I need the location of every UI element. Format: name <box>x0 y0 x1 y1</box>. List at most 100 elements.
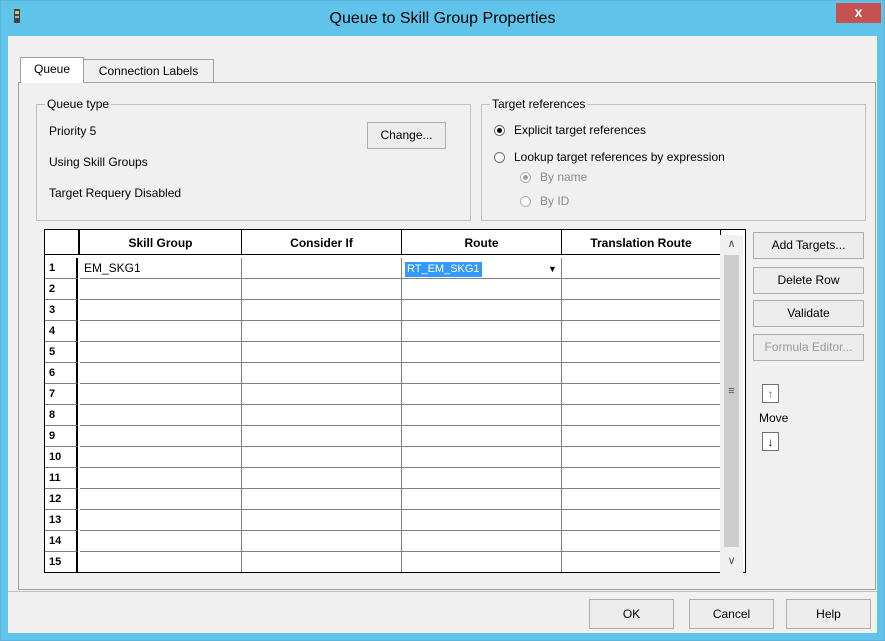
grid-cell-consider-if[interactable] <box>242 510 402 531</box>
grid-cell-translation-route[interactable] <box>562 468 721 489</box>
grid-cell-consider-if[interactable] <box>242 405 402 426</box>
move-up-button[interactable]: ↑ <box>762 384 779 403</box>
tab-queue[interactable]: Queue <box>20 57 84 83</box>
grid-cell-consider-if[interactable] <box>242 489 402 510</box>
grid-cell-route[interactable] <box>402 279 562 300</box>
grid-cell-route[interactable] <box>402 552 562 572</box>
row-header[interactable]: 15 <box>45 552 78 572</box>
lookup-expression-radio[interactable] <box>494 152 505 163</box>
grid-cell-consider-if[interactable] <box>242 447 402 468</box>
grid-cell-consider-if[interactable] <box>242 531 402 552</box>
grid-cell-translation-route[interactable] <box>562 363 721 384</box>
change-button[interactable]: Change... <box>367 122 446 149</box>
grid-cell-consider-if[interactable] <box>242 321 402 342</box>
grid-cell-translation-route[interactable] <box>562 552 721 572</box>
grid-cell-translation-route[interactable] <box>562 405 721 426</box>
cancel-button[interactable]: Cancel <box>689 599 774 629</box>
row-header[interactable]: 10 <box>45 447 78 468</box>
grid-cell-route[interactable] <box>402 489 562 510</box>
lookup-expression-label[interactable]: Lookup target references by expression <box>514 150 725 164</box>
grid-cell-skill-group[interactable] <box>80 363 242 384</box>
row-header[interactable]: 14 <box>45 531 78 552</box>
close-button[interactable]: x <box>836 3 881 23</box>
scroll-down-icon[interactable]: ∨ <box>723 553 740 570</box>
row-header[interactable]: 13 <box>45 510 78 531</box>
grid-cell-consider-if[interactable] <box>242 258 402 279</box>
explicit-targets-radio[interactable] <box>494 125 505 136</box>
column-header-route[interactable]: Route <box>402 230 562 255</box>
grid-cell-consider-if[interactable] <box>242 363 402 384</box>
column-header-translation-route[interactable]: Translation Route <box>562 230 721 255</box>
row-header[interactable]: 2 <box>45 279 78 300</box>
grid-cell-skill-group[interactable] <box>80 426 242 447</box>
grid-cell-skill-group[interactable] <box>80 447 242 468</box>
grid-cell-route[interactable] <box>402 426 562 447</box>
validate-button[interactable]: Validate <box>753 300 864 327</box>
grid-cell-route[interactable] <box>402 342 562 363</box>
grid-cell-skill-group[interactable] <box>80 552 242 572</box>
add-targets-button[interactable]: Add Targets... <box>753 232 864 259</box>
grid-cell-skill-group[interactable] <box>80 300 242 321</box>
grid-cell-translation-route[interactable] <box>562 531 721 552</box>
grid-cell-skill-group[interactable] <box>80 279 242 300</box>
column-header-skill-group[interactable]: Skill Group <box>80 230 242 255</box>
row-header[interactable]: 7 <box>45 384 78 405</box>
row-header[interactable]: 8 <box>45 405 78 426</box>
grid-cell-route[interactable] <box>402 363 562 384</box>
grid-cell-consider-if[interactable] <box>242 384 402 405</box>
grid-cell-skill-group[interactable] <box>80 384 242 405</box>
row-header[interactable]: 11 <box>45 468 78 489</box>
grid-cell-route[interactable] <box>402 510 562 531</box>
scroll-up-icon[interactable]: ∧ <box>723 236 740 253</box>
by-name-radio[interactable] <box>520 172 531 183</box>
grid-cell-route[interactable] <box>402 321 562 342</box>
grid-cell-translation-route[interactable] <box>562 300 721 321</box>
grid-cell-skill-group[interactable] <box>80 321 242 342</box>
grid-cell-skill-group[interactable] <box>80 468 242 489</box>
by-id-label[interactable]: By ID <box>540 194 569 208</box>
delete-row-button[interactable]: Delete Row <box>753 267 864 294</box>
scroll-thumb[interactable] <box>724 255 739 547</box>
grid-cell-consider-if[interactable] <box>242 300 402 321</box>
grid-cell-consider-if[interactable] <box>242 426 402 447</box>
grid-cell-route[interactable] <box>402 468 562 489</box>
grid-cell-skill-group[interactable]: EM_SKG1 <box>80 258 242 279</box>
grid-cell-skill-group[interactable] <box>80 342 242 363</box>
grid-cell-route[interactable] <box>402 405 562 426</box>
grid-cell-consider-if[interactable] <box>242 468 402 489</box>
help-button[interactable]: Help <box>786 599 871 629</box>
row-header[interactable]: 6 <box>45 363 78 384</box>
grid-cell-consider-if[interactable] <box>242 279 402 300</box>
row-header[interactable]: 5 <box>45 342 78 363</box>
grid-cell-translation-route[interactable] <box>562 489 721 510</box>
grid-cell-translation-route[interactable] <box>562 258 721 279</box>
grid-cell-translation-route[interactable] <box>562 342 721 363</box>
grid-cell-translation-route[interactable] <box>562 279 721 300</box>
tab-connection-labels[interactable]: Connection Labels <box>83 59 214 82</box>
grid-cell-skill-group[interactable] <box>80 531 242 552</box>
grid-cell-skill-group[interactable] <box>80 510 242 531</box>
by-name-label[interactable]: By name <box>540 170 587 184</box>
row-header[interactable]: 3 <box>45 300 78 321</box>
grid-cell-translation-route[interactable] <box>562 510 721 531</box>
grid-cell-translation-route[interactable] <box>562 447 721 468</box>
row-header[interactable]: 1 <box>45 258 78 279</box>
explicit-targets-label[interactable]: Explicit target references <box>514 123 646 137</box>
row-header[interactable]: 12 <box>45 489 78 510</box>
grid-cell-skill-group[interactable] <box>80 405 242 426</box>
by-id-radio[interactable] <box>520 196 531 207</box>
row-header[interactable]: 9 <box>45 426 78 447</box>
move-down-button[interactable]: ↓ <box>762 432 779 451</box>
grid-cell-translation-route[interactable] <box>562 321 721 342</box>
row-header[interactable]: 4 <box>45 321 78 342</box>
title-bar[interactable]: Queue to Skill Group Properties x <box>1 1 884 36</box>
ok-button[interactable]: OK <box>589 599 674 629</box>
formula-editor-button[interactable]: Formula Editor... <box>753 334 864 361</box>
route-dropdown[interactable]: RT_EM_SKG1 ▼ <box>405 261 560 278</box>
chevron-down-icon[interactable]: ▼ <box>545 261 560 278</box>
grid-cell-route[interactable] <box>402 531 562 552</box>
grid-cell-consider-if[interactable] <box>242 552 402 572</box>
grid-cell-translation-route[interactable] <box>562 384 721 405</box>
grid-cell-route[interactable] <box>402 384 562 405</box>
grid-cell-skill-group[interactable] <box>80 489 242 510</box>
